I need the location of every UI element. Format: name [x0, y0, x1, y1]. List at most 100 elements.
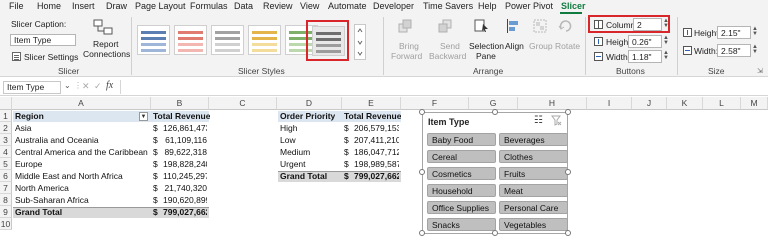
send-backward-label-2[interactable]: Backward: [429, 51, 466, 61]
button-height-input[interactable]: 0.26": [628, 35, 662, 48]
selection-pane-label-2[interactable]: Pane: [476, 51, 496, 61]
resize-handle[interactable]: [419, 109, 425, 115]
pivot1-region-cell[interactable]: Sub-Saharan Africa: [15, 195, 149, 205]
slicer-item[interactable]: Fruits: [499, 167, 568, 180]
name-box[interactable]: Item Type: [3, 81, 61, 94]
size-dialog-launcher-icon[interactable]: ⇲: [757, 67, 763, 75]
bring-forward-label-2[interactable]: Forward: [391, 51, 422, 61]
cancel-icon[interactable]: ✕: [82, 81, 90, 92]
menu-power-pivot[interactable]: Power Pivot: [505, 1, 553, 11]
pivot1-header-total[interactable]: Total Revenue: [153, 111, 210, 121]
slicer-item[interactable]: Baby Food: [427, 133, 496, 146]
slicer-item[interactable]: Clothes: [499, 150, 568, 163]
row-header-9[interactable]: 9: [0, 206, 12, 218]
pivot1-region-cell[interactable]: Europe: [15, 159, 149, 169]
col-header-i[interactable]: I: [587, 97, 632, 110]
row-header-6[interactable]: 6: [0, 170, 12, 182]
menu-developer[interactable]: Developer: [373, 1, 414, 11]
slicer-style-2[interactable]: [174, 25, 207, 55]
slicer-item[interactable]: Office Supplies: [427, 201, 496, 214]
row-header-8[interactable]: 8: [0, 194, 12, 206]
row-header-5[interactable]: 5: [0, 158, 12, 170]
col-header-k[interactable]: K: [667, 97, 703, 110]
slicer-item[interactable]: Household: [427, 184, 496, 197]
menu-slicer[interactable]: Slicer: [561, 1, 586, 11]
size-width-spinner[interactable]: ▲ ▼: [751, 44, 759, 55]
pivot1-header-region[interactable]: Region: [15, 111, 44, 121]
slicer-panel[interactable]: Item Type ☷ Baby Food Beverages Cereal Clot…: [422, 112, 568, 234]
slicer-item[interactable]: Personal Care: [499, 201, 568, 214]
button-width-spinner[interactable]: ▲ ▼: [662, 50, 670, 61]
col-header-e[interactable]: E: [342, 97, 401, 110]
slicer-style-1[interactable]: [137, 25, 170, 55]
row-header-4[interactable]: 4: [0, 146, 12, 158]
pivot1-region-cell[interactable]: North America: [15, 183, 149, 193]
filter-dropdown-icon[interactable]: ▼: [139, 112, 148, 121]
menu-view[interactable]: View: [300, 1, 319, 11]
menu-home[interactable]: Home: [37, 1, 61, 11]
pivot2-header-priority[interactable]: Order Priority: [280, 111, 335, 121]
enter-icon[interactable]: ✓: [94, 81, 102, 92]
send-backward-label-1[interactable]: Send: [440, 41, 460, 51]
size-height-spinner[interactable]: ▲ ▼: [751, 26, 759, 37]
pivot2-priority-cell[interactable]: High: [280, 123, 297, 133]
size-width-input[interactable]: 2.58": [717, 44, 751, 57]
slicer-item[interactable]: Snacks: [427, 218, 496, 231]
menu-automate[interactable]: Automate: [328, 1, 367, 11]
slicer-settings-button[interactable]: Slicer Settings: [24, 52, 78, 62]
button-width-input[interactable]: 1.18": [628, 50, 662, 63]
report-connections-label-2[interactable]: Connections: [83, 49, 130, 59]
menu-formulas[interactable]: Formulas: [190, 1, 228, 11]
pivot2-value-cell[interactable]: 198,989,587: [354, 159, 399, 169]
slicer-style-4[interactable]: [248, 25, 281, 55]
resize-handle[interactable]: [419, 230, 425, 236]
clear-filter-icon[interactable]: [551, 115, 562, 128]
rotate-button[interactable]: Rotate: [555, 41, 580, 51]
resize-handle[interactable]: [492, 230, 498, 236]
col-header-a[interactable]: A: [12, 97, 151, 110]
selection-pane-label-1[interactable]: Selection: [469, 41, 504, 51]
slicer-item[interactable]: Beverages: [499, 133, 568, 146]
row-header-3[interactable]: 3: [0, 134, 12, 146]
row-header-2[interactable]: 2: [0, 122, 12, 134]
pivot1-value-cell[interactable]: 89,622,318: [163, 147, 207, 157]
multi-select-icon[interactable]: ☷: [534, 115, 543, 126]
pivot2-priority-cell[interactable]: Urgent: [280, 159, 306, 169]
slicer-item[interactable]: Cereal: [427, 150, 496, 163]
pivot1-value-cell[interactable]: 21,740,320: [163, 183, 207, 193]
select-all-corner[interactable]: [0, 97, 12, 110]
pivot2-priority-cell[interactable]: Medium: [280, 147, 310, 157]
pivot2-value-cell[interactable]: 186,047,712: [354, 147, 399, 157]
col-header-l[interactable]: L: [703, 97, 741, 110]
row-header-1[interactable]: 1: [0, 110, 12, 122]
pivot2-value-cell[interactable]: 207,411,210: [354, 135, 399, 145]
styles-gallery-scroll[interactable]: [354, 24, 366, 60]
menu-review[interactable]: Review: [263, 1, 293, 11]
row-header-10[interactable]: 10: [0, 218, 12, 230]
menu-draw[interactable]: Draw: [106, 1, 127, 11]
col-header-j[interactable]: J: [632, 97, 667, 110]
resize-handle[interactable]: [565, 109, 571, 115]
pivot1-region-cell[interactable]: Middle East and North Africa: [15, 171, 149, 181]
menu-file[interactable]: File: [9, 1, 24, 11]
name-box-dropdown-icon[interactable]: ⌄: [64, 81, 71, 90]
slicer-style-3[interactable]: [211, 25, 244, 55]
align-button[interactable]: Align: [505, 41, 524, 51]
pivot1-region-cell[interactable]: Australia and Oceania: [15, 135, 149, 145]
menu-time-savers[interactable]: Time Savers: [423, 1, 473, 11]
col-header-d[interactable]: D: [277, 97, 342, 110]
resize-handle[interactable]: [419, 169, 425, 175]
col-header-c[interactable]: C: [209, 97, 277, 110]
group-button[interactable]: Group: [529, 41, 553, 51]
pivot1-region-cell[interactable]: Central America and the Caribbean: [15, 147, 149, 157]
row-header-7[interactable]: 7: [0, 182, 12, 194]
col-header-h[interactable]: H: [518, 97, 587, 110]
menu-data[interactable]: Data: [234, 1, 253, 11]
pivot1-value-cell[interactable]: 61,109,116: [163, 135, 207, 145]
col-header-b[interactable]: B: [151, 97, 209, 110]
slicer-item[interactable]: Vegetables: [499, 218, 568, 231]
slicer-item[interactable]: Cosmetics: [427, 167, 496, 180]
size-height-input[interactable]: 2.15": [717, 26, 751, 39]
resize-handle[interactable]: [565, 169, 571, 175]
pivot1-region-cell[interactable]: Asia: [15, 123, 149, 133]
